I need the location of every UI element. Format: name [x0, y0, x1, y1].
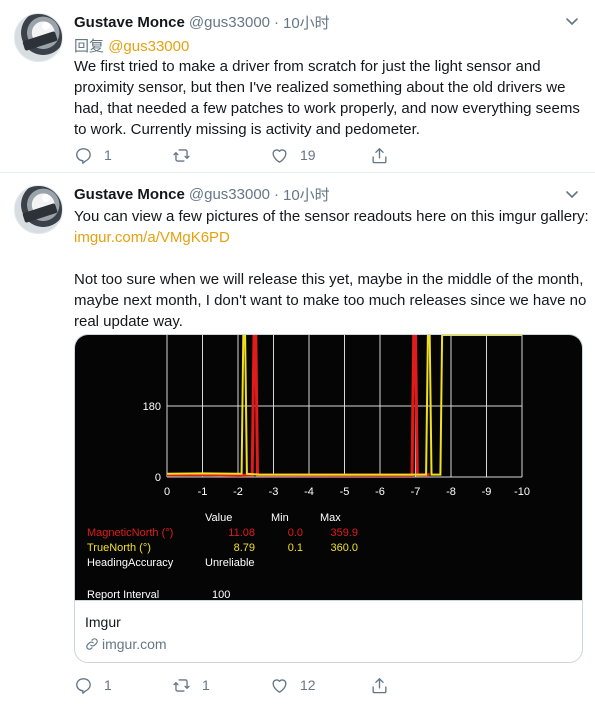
reply-button[interactable]: 1 [74, 145, 112, 165]
card-domain-text: imgur.com [102, 636, 167, 652]
x-tick-label: -3 [269, 486, 279, 498]
retweet-icon [173, 148, 190, 162]
table-header: Max [320, 512, 341, 524]
x-tick-label: -6 [375, 486, 385, 498]
avatar[interactable] [14, 185, 63, 234]
x-tick-label: -2 [233, 486, 243, 498]
x-tick-label: 0 [164, 486, 170, 498]
y-tick-label: 180 [143, 401, 161, 413]
sensor-chart: 0 -1 -2 -3 -4 -5 -6 -7 -8 -9 -10 0 180 Value Min Max Mag… [87, 335, 530, 600]
table-cell-min: 0.1 [288, 542, 303, 554]
tweet-header: Gustave Monce @gus33000 · 10小时 [74, 12, 330, 32]
table-cell-value: 8.79 [234, 542, 255, 554]
table-header: Min [271, 512, 289, 524]
timestamp[interactable]: 10小时 [283, 184, 330, 205]
table-cell-value: 11.08 [228, 527, 255, 539]
card-domain: imgur.com [85, 636, 167, 652]
reply-icon [76, 677, 91, 694]
table-cell-max: 359.9 [330, 527, 358, 539]
card-title: Imgur [85, 614, 121, 630]
report-interval-label: Report Interval [87, 589, 159, 600]
reply-icon [76, 147, 91, 164]
retweet-button[interactable] [172, 145, 202, 165]
author-name[interactable]: Gustave Monce [74, 186, 185, 203]
tweet-text-paragraph: Not too sure when we will release this y… [74, 271, 587, 330]
reply-button[interactable]: 1 [74, 675, 112, 695]
report-interval-value: 100 [212, 589, 230, 600]
retweet-count: 1 [202, 677, 210, 693]
reply-count: 1 [104, 147, 112, 163]
like-count: 12 [300, 677, 316, 693]
heart-icon [272, 678, 287, 693]
table-cell-max: 360.0 [330, 542, 358, 554]
share-button[interactable] [370, 675, 389, 695]
gallery-link[interactable]: imgur.com/a/VMgK6PD [74, 227, 589, 248]
table-cell-value: Unreliable [205, 557, 255, 569]
share-icon [372, 147, 387, 163]
table-cell-min: 0.0 [288, 527, 303, 539]
separator-dot: · [274, 185, 279, 203]
tweet-text: We first tried to make a driver from scr… [74, 58, 580, 138]
x-tick-label: -9 [482, 486, 492, 498]
retweet-icon [173, 678, 190, 692]
reply-mention-link[interactable]: @gus33000 [108, 38, 189, 55]
share-icon [372, 677, 387, 693]
separator-dot: · [274, 13, 279, 31]
reply-count: 1 [104, 677, 112, 693]
card-meta[interactable]: Imgur imgur.com [75, 600, 582, 662]
tweet-text-line: You can view a few pictures of the senso… [74, 208, 589, 225]
avatar[interactable] [14, 13, 63, 62]
x-tick-label: -5 [340, 486, 350, 498]
link-icon [86, 638, 98, 650]
share-button[interactable] [370, 145, 389, 165]
tweet-text: You can view a few pictures of the senso… [74, 206, 589, 332]
retweet-button[interactable]: 1 [172, 675, 210, 695]
x-tick-label: -4 [304, 486, 314, 498]
x-tick-label: -7 [411, 486, 421, 498]
table-header: Value [205, 512, 232, 524]
chevron-down-icon[interactable] [565, 187, 579, 201]
heart-icon [272, 148, 287, 163]
like-button[interactable]: 12 [270, 675, 316, 695]
table-row-label: MagneticNorth (°) [87, 527, 173, 539]
author-handle[interactable]: @gus33000 [189, 14, 270, 31]
tweet-1[interactable]: Gustave Monce @gus33000 · 10小时 回复 @gus33… [0, 0, 595, 172]
reply-context: 回复 @gus33000 [74, 35, 189, 56]
like-button[interactable]: 19 [270, 145, 316, 165]
timestamp[interactable]: 10小时 [283, 12, 330, 33]
tweet-header: Gustave Monce @gus33000 · 10小时 [74, 184, 330, 204]
x-tick-label: -10 [514, 486, 530, 498]
link-card[interactable]: 0 -1 -2 -3 -4 -5 -6 -7 -8 -9 -10 0 180 Value Min Max Mag… [74, 334, 583, 663]
like-count: 19 [300, 147, 316, 163]
chevron-down-icon[interactable] [565, 14, 579, 28]
tweet-actions: 1 19 [74, 145, 414, 165]
x-tick-label: -1 [198, 486, 208, 498]
series-line [166, 335, 430, 477]
table-row-label: TrueNorth (°) [87, 542, 151, 554]
table-row-label: HeadingAccuracy [87, 557, 174, 569]
x-tick-label: -8 [446, 486, 456, 498]
tweet-actions: 1 1 12 [74, 675, 414, 695]
reply-prefix: 回复 [74, 38, 105, 55]
author-name[interactable]: Gustave Monce [74, 14, 185, 31]
y-tick-label: 0 [155, 472, 161, 484]
author-handle[interactable]: @gus33000 [189, 186, 270, 203]
card-image[interactable]: 0 -1 -2 -3 -4 -5 -6 -7 -8 -9 -10 0 180 Value Min Max Mag… [75, 335, 582, 600]
